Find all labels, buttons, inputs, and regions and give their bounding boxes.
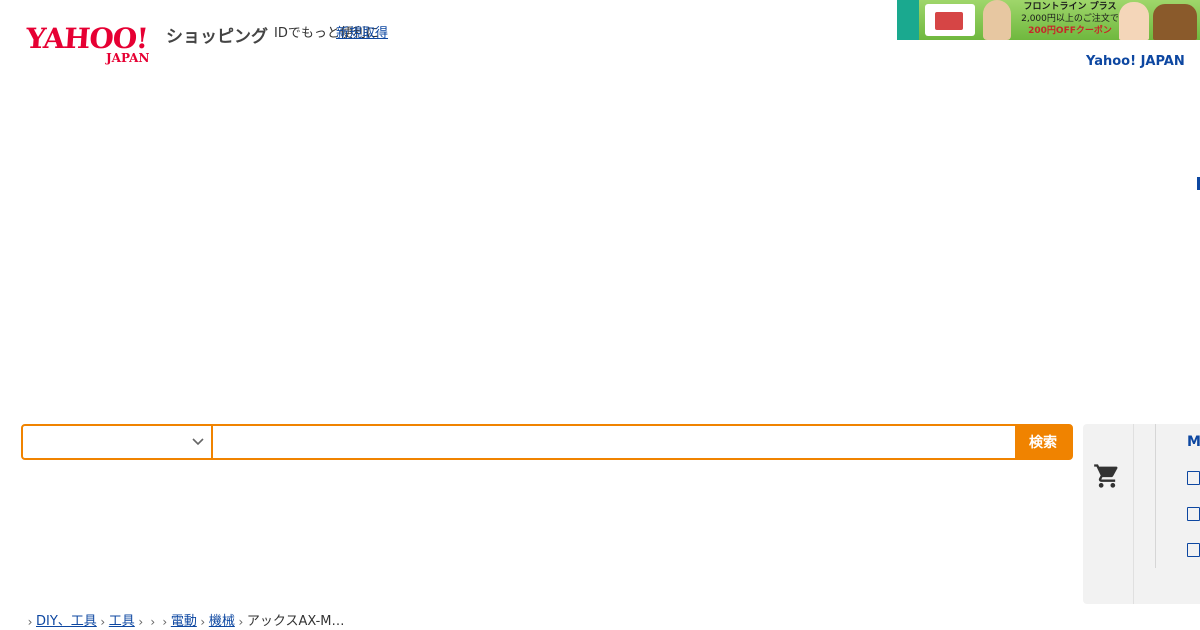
breadcrumb-current: アックスAX-M… (246, 614, 345, 629)
child-image (1119, 2, 1149, 40)
cart-header-text: M (1187, 434, 1200, 450)
breadcrumb-separator-icon: › (200, 615, 206, 629)
breadcrumb-separator-icon: › (100, 615, 106, 629)
dog-image (1153, 4, 1197, 40)
banner-condition: 2,000円以上のご注文で (1021, 14, 1119, 24)
kitten-image (983, 0, 1011, 40)
cart-divider (1155, 424, 1156, 568)
logo-subtext: JAPAN (106, 51, 150, 65)
yahoo-japan-logo[interactable]: YAHOO! JAPAN (24, 22, 166, 65)
banner-stripe (897, 0, 919, 40)
breadcrumb-link[interactable]: 機械 (209, 614, 235, 630)
breadcrumb: › DIY、工具 › 工具 › › › 電動 › 機械 › アックスAX-M… (24, 613, 345, 630)
breadcrumb-separator-icon: › (27, 615, 33, 629)
cart-panel: M (1083, 424, 1200, 604)
banner-product-name: フロントライン プラス (1023, 2, 1117, 12)
breadcrumb-link[interactable]: 工具 (109, 614, 135, 630)
breadcrumb-separator-icon: › (238, 615, 244, 629)
breadcrumb-separator-icon: › (162, 615, 168, 629)
promo-banner[interactable]: フロントライン プラス 2,000円以上のご注文で 200円OFFクーポン (897, 0, 1200, 40)
page: YAHOO! JAPAN ショッピング IDでもっと便利に 新規取得 フロントラ… (0, 0, 1200, 630)
banner-coupon: 200円OFFクーポン (1028, 26, 1112, 36)
breadcrumb-separator-icon: › (138, 615, 144, 629)
cart-button[interactable] (1083, 424, 1134, 604)
yahoo-japan-top-link[interactable]: Yahoo! JAPAN (1086, 54, 1185, 70)
category-select[interactable] (23, 426, 213, 458)
search-bar: 検索 (21, 424, 1073, 460)
cart-menu-link-3[interactable] (1187, 543, 1200, 557)
breadcrumb-separator-icon: › (150, 615, 156, 629)
id-register-link[interactable]: 新規取得 (336, 26, 388, 42)
chevron-down-icon (192, 438, 204, 446)
cart-icon (1094, 464, 1118, 488)
shopping-brand-label[interactable]: ショッピング (166, 26, 268, 48)
logo-wordmark: YAHOO! (24, 22, 149, 55)
search-button[interactable]: 検索 (1015, 426, 1071, 458)
product-box-image (925, 4, 975, 36)
search-input[interactable] (215, 426, 1015, 458)
breadcrumb-link[interactable]: 電動 (171, 614, 197, 630)
cart-menu-link-2[interactable] (1187, 507, 1200, 521)
breadcrumb-link[interactable]: DIY、工具 (36, 614, 97, 630)
cart-menu-link-1[interactable] (1187, 471, 1200, 485)
